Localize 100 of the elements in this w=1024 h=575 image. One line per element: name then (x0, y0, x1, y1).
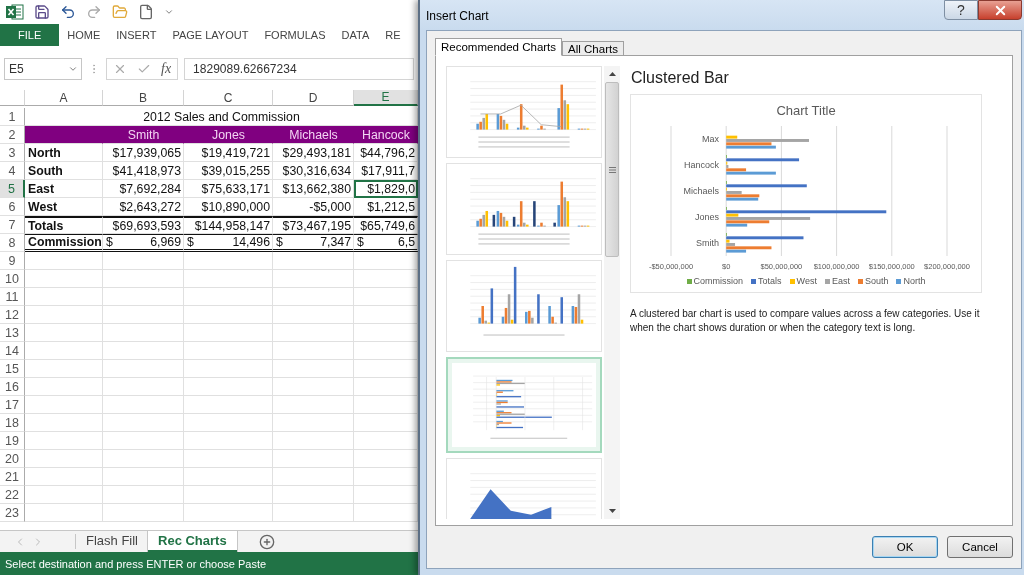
table-cell: $65,749,6 (354, 216, 418, 234)
row-header[interactable]: 17 (0, 396, 25, 414)
row-header[interactable]: 16 (0, 378, 25, 396)
category-label: Max (702, 134, 719, 144)
save-icon[interactable] (34, 4, 50, 20)
row-header[interactable]: 23 (0, 504, 25, 522)
row-header[interactable]: 21 (0, 468, 25, 486)
undo-icon[interactable] (60, 4, 76, 20)
category-label: Hancock (684, 160, 719, 170)
ribbon-tab[interactable]: FORMULAS (256, 24, 334, 46)
table-cell: $39,015,255 (184, 162, 273, 180)
table-cell: $ 6,969 (103, 234, 184, 252)
table-cell: $30,316,634 (273, 162, 354, 180)
table-cell: $ 7,347 (273, 234, 354, 252)
chart-title: Chart Title (776, 103, 836, 118)
column-header[interactable]: A (25, 90, 103, 106)
table-cell: Totals (25, 216, 103, 234)
excel-logo-icon[interactable] (6, 4, 24, 20)
row-header[interactable]: 11 (0, 288, 25, 306)
new-document-icon[interactable] (138, 4, 154, 20)
insert-function-button[interactable]: fx (161, 61, 172, 77)
cancel-button[interactable]: Cancel (947, 536, 1013, 558)
row-header[interactable]: 10 (0, 270, 25, 288)
table-cell: Jones (184, 126, 273, 144)
table-cell: $ 6,5 (354, 234, 418, 252)
table-cell: West (25, 198, 103, 216)
row-header[interactable]: 13 (0, 324, 25, 342)
row-header[interactable]: 6 (0, 198, 25, 216)
status-bar: Select destination and press ENTER or choose Paste (0, 552, 418, 575)
cancel-icon[interactable] (113, 62, 127, 76)
file-button[interactable]: FILE (0, 24, 60, 46)
table-cell: $44,796,2 (354, 144, 418, 162)
column-header[interactable]: E (354, 90, 418, 106)
column-header[interactable]: C (184, 90, 273, 106)
row-header[interactable]: 8 (0, 234, 25, 252)
chart-type-heading: Clustered Bar (631, 69, 730, 87)
legend-label: East (831, 276, 850, 286)
grip-icon (608, 166, 616, 173)
check-icon[interactable] (137, 62, 151, 76)
row-header[interactable]: 12 (0, 306, 25, 324)
table-cell: $19,419,721 (184, 144, 273, 162)
table-cell: Hancock (354, 126, 418, 144)
table-cell: Michaels (273, 126, 354, 144)
table-cell: $13,662,380 (273, 180, 354, 198)
customize-caret-icon[interactable] (164, 7, 174, 17)
row-header[interactable]: 22 (0, 486, 25, 504)
row-header[interactable]: 2 (0, 126, 25, 144)
column-header[interactable]: B (103, 90, 184, 106)
row-header[interactable]: 20 (0, 450, 25, 468)
table-cell: Smith (103, 126, 184, 144)
chart-description: A clustered bar chart is used to compare values across a few categories. Use it when the chart shows duration or when the category text is long. (630, 307, 981, 334)
ribbon-tab[interactable]: HOME (59, 24, 109, 46)
ribbon-tab[interactable]: RE (377, 24, 409, 46)
ok-button[interactable]: OK (872, 536, 938, 558)
category-label: Michaels (683, 186, 719, 196)
table-cell: $2,643,272 (103, 198, 184, 216)
table-cell: $144,958,147 (184, 216, 273, 234)
table-cell: $69,693,593 (103, 216, 184, 234)
row-header[interactable]: 15 (0, 360, 25, 378)
table-cell: North (25, 144, 103, 162)
row-header[interactable]: 9 (0, 252, 25, 270)
table-cell: $17,911,7 (354, 162, 418, 180)
row-header[interactable]: 18 (0, 414, 25, 432)
scrollbar-thumb[interactable] (605, 82, 619, 257)
legend-label: Totals (758, 276, 782, 286)
add-sheet-icon[interactable] (258, 533, 275, 550)
table-cell: $ 14,496 (184, 234, 273, 252)
row-header[interactable]: 3 (0, 144, 25, 162)
folder-icon[interactable] (112, 4, 128, 20)
table-cell: $1,829,0 (354, 180, 418, 198)
select-all-corner[interactable] (0, 90, 25, 106)
dialog-tab[interactable]: All Charts (562, 41, 624, 56)
row-header[interactable]: 19 (0, 432, 25, 450)
legend-label: West (796, 276, 817, 286)
table-cell: $1,212,5 (354, 198, 418, 216)
help-button[interactable]: ? (944, 0, 978, 20)
row-header[interactable]: 7 (0, 216, 25, 234)
sheet-tab[interactable]: Rec Charts (148, 531, 237, 552)
ribbon-tab[interactable]: PAGE LAYOUT (164, 24, 257, 46)
chart-thumbnail[interactable] (446, 357, 602, 453)
table-cell: $75,633,171 (184, 180, 273, 198)
close-button[interactable] (978, 0, 1022, 20)
row-header[interactable]: 4 (0, 162, 25, 180)
name-box[interactable]: E5 (4, 58, 82, 80)
row-header[interactable]: 1 (0, 108, 25, 126)
row-header[interactable]: 14 (0, 342, 25, 360)
sheet-tab[interactable]: Flash Fill (76, 531, 148, 552)
table-cell: $10,890,000 (184, 198, 273, 216)
formula-input[interactable]: 1829089.62667234 (184, 58, 414, 80)
row-header[interactable]: 5 (0, 180, 25, 198)
caret-icon (68, 64, 78, 74)
ribbon-tab[interactable]: INSERT (108, 24, 165, 46)
dialog-tab[interactable]: Recommended Charts (435, 38, 563, 56)
table-cell: Commission (25, 234, 103, 252)
ribbon-tab[interactable]: DATA (333, 24, 378, 46)
category-label: Smith (696, 238, 719, 248)
down-arrow-icon (608, 509, 616, 513)
redo-icon[interactable] (86, 4, 102, 20)
column-header[interactable]: D (273, 90, 354, 106)
legend-label: South (864, 276, 889, 286)
